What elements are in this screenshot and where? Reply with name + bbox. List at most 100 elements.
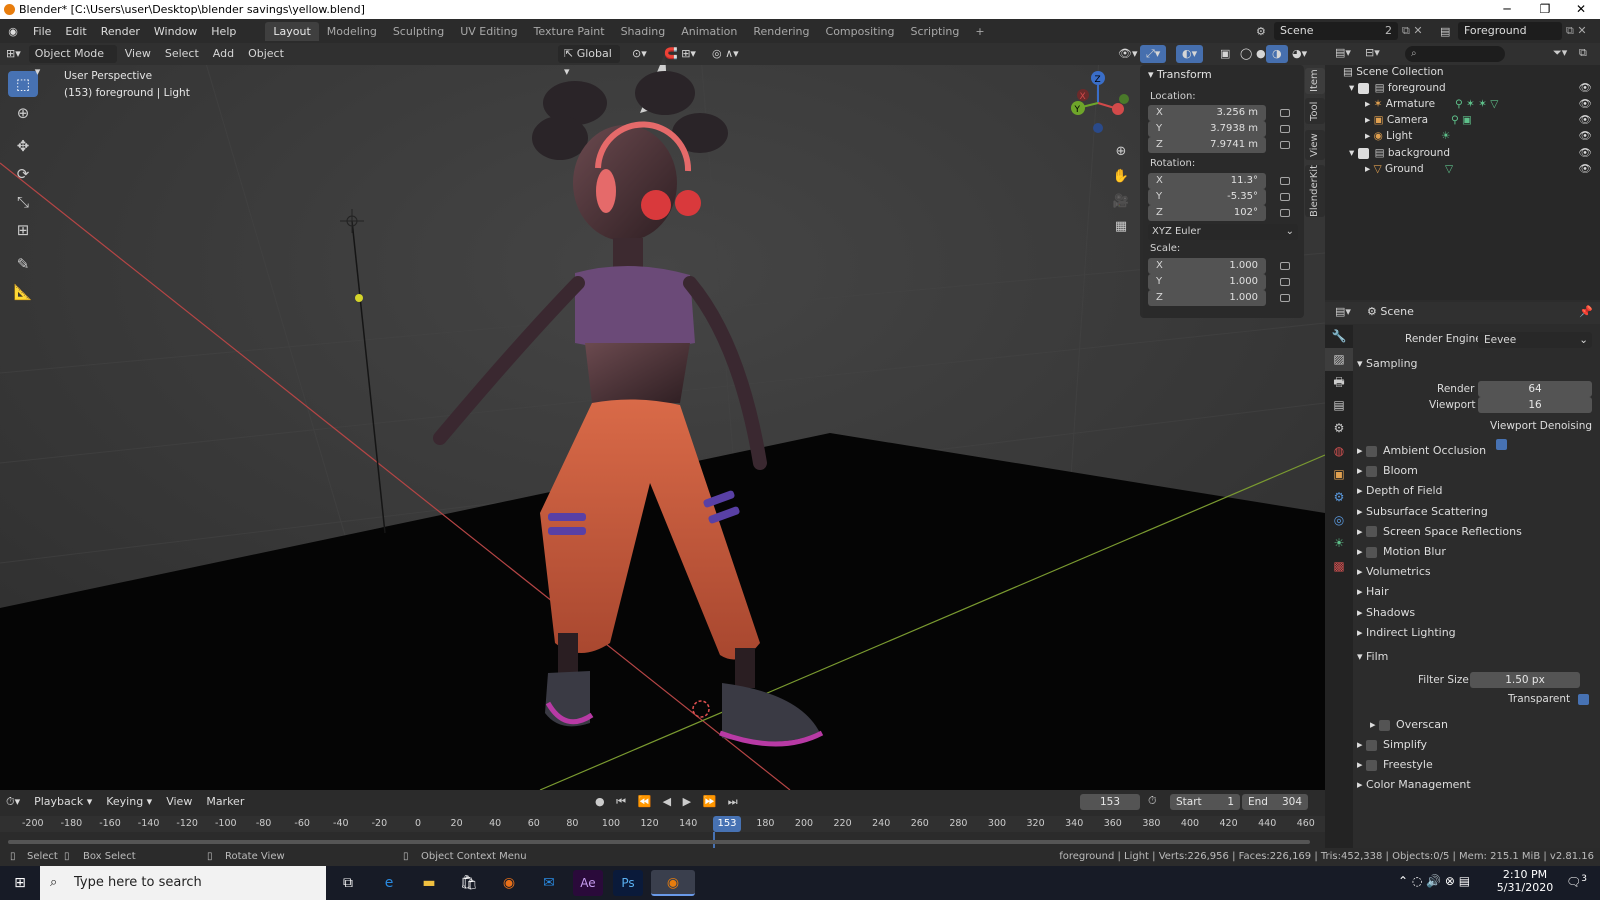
render-tab-icon[interactable]: ▨ [1325, 348, 1353, 371]
render-engine-dropdown[interactable]: Eevee ⌄ [1478, 332, 1592, 348]
outliner-row-foreground[interactable]: ▾ ▤ foreground 👁 [1325, 80, 1600, 97]
section-motion-blur[interactable]: ▸ Motion Blur [1357, 543, 1446, 561]
location-z-field[interactable]: Z 7.9741 m [1148, 137, 1266, 153]
tab-animation[interactable]: Animation [673, 22, 745, 41]
view-layer-selector[interactable]: Foreground [1458, 22, 1562, 40]
after-effects-icon[interactable]: Ae [573, 870, 603, 896]
mode-selector[interactable]: Object Mode ▾ [28, 45, 117, 78]
blender-taskbar-icon[interactable]: ◉ [651, 870, 695, 896]
view-layer-actions-icon[interactable]: ⧉ ✕ [1566, 24, 1587, 38]
tab-scripting[interactable]: Scripting [902, 22, 967, 41]
rotate-tool-icon[interactable]: ⟳ [8, 161, 38, 187]
snap-icon[interactable]: 🧲 ⊞▾ [658, 45, 702, 63]
viewport-samples-field[interactable]: 16 [1478, 397, 1592, 413]
sidetab-tool[interactable]: Tool [1305, 98, 1325, 124]
cursor-tool-icon[interactable]: ⊕ [8, 100, 38, 126]
visibility-eye-icon[interactable]: 👁 [1579, 145, 1592, 162]
menu-render[interactable]: Render [94, 25, 147, 38]
pan-hand-icon[interactable]: ✋ [1110, 164, 1132, 189]
transform-tool-icon[interactable]: ⊞ [8, 217, 38, 243]
tab-compositing[interactable]: Compositing [818, 22, 903, 41]
lock-icon[interactable] [1280, 125, 1290, 133]
minimize-icon[interactable]: ─ [1488, 0, 1526, 19]
menu-help[interactable]: Help [204, 25, 243, 38]
visibility-icon[interactable]: 👁▾ [1112, 45, 1144, 63]
physics-tab-icon[interactable]: ◎ [1325, 509, 1353, 532]
edge-icon[interactable]: e [371, 870, 407, 896]
section-bloom[interactable]: ▸ Bloom [1357, 462, 1418, 480]
lock-icon[interactable] [1280, 177, 1290, 185]
properties-editor-icon[interactable]: ▤▾ [1335, 305, 1351, 318]
timeline-editor-icon[interactable]: ⏱▾ [0, 793, 26, 811]
filter-icon[interactable]: ⏷▾ [1553, 46, 1567, 60]
playhead[interactable]: 153 [713, 816, 741, 832]
display-mode-icon[interactable]: ⊟▾ [1365, 46, 1380, 59]
timeline-menu-playback[interactable]: Playback ▾ [28, 793, 98, 811]
menu-file[interactable]: File [26, 25, 58, 38]
scene-selector[interactable]: Scene 2 [1274, 22, 1398, 40]
scene-collection-row[interactable]: ▤ Scene Collection [1325, 64, 1600, 81]
tab-texture-paint[interactable]: Texture Paint [526, 22, 613, 41]
rotation-x-field[interactable]: X 11.3° [1148, 173, 1266, 189]
location-y-field[interactable]: Y 3.7938 m [1148, 121, 1266, 137]
firefox-icon[interactable]: ◉ [491, 870, 527, 896]
overlay-toggle-icon[interactable]: ◐▾ [1176, 45, 1204, 63]
tab-uv-editing[interactable]: UV Editing [452, 22, 525, 41]
modifier-tab-icon[interactable]: ⚙ [1325, 486, 1353, 509]
visibility-eye-icon[interactable]: 👁 [1579, 161, 1592, 178]
outliner-row-light[interactable]: ▸ ◉ Light ☀ 👁 [1325, 128, 1600, 145]
taskbar-search-input[interactable]: ⌕ Type here to search [40, 866, 326, 900]
viewport-menu-select[interactable]: Select [159, 45, 205, 63]
rendered-shading-icon[interactable]: ◕▾ [1286, 45, 1313, 63]
outliner-row-ground[interactable]: ▸ ▽ Ground ▽ 👁 [1325, 161, 1600, 178]
section-screen-space-reflections[interactable]: ▸ Screen Space Reflections [1357, 523, 1522, 541]
tab-modeling[interactable]: Modeling [319, 22, 385, 41]
viewport-menu-view[interactable]: View [119, 45, 157, 63]
tab-sculpting[interactable]: Sculpting [385, 22, 452, 41]
store-icon[interactable]: 🛍 [451, 870, 487, 896]
world-tab-icon[interactable]: ◍ [1325, 440, 1353, 463]
section-volumetrics[interactable]: ▸ Volumetrics [1357, 563, 1431, 581]
new-scene-icon[interactable]: ⧉ ✕ [1402, 24, 1423, 38]
outliner-row-armature[interactable]: ▸ ✶ Armature ⚲ ✶ ✶ ▽ 👁 [1325, 96, 1600, 113]
select-box-tool-icon[interactable]: ⬚ [8, 71, 38, 97]
section-subsurface-scattering[interactable]: ▸ Subsurface Scattering [1357, 503, 1488, 521]
menu-edit[interactable]: Edit [58, 25, 93, 38]
transparent-checkbox[interactable]: Transparent [1508, 690, 1589, 708]
proportional-edit-icon[interactable]: ◎ ∧▾ [706, 45, 745, 63]
measure-tool-icon[interactable]: 📐 [8, 279, 38, 305]
section-depth-of-field[interactable]: ▸ Depth of Field [1357, 482, 1443, 500]
sidetab-blenderkit[interactable]: BlenderKit [1305, 165, 1325, 217]
tool-tab-icon[interactable]: 🔧 [1325, 325, 1353, 348]
rotation-y-field[interactable]: Y -5.35° [1148, 189, 1266, 205]
3d-viewport[interactable]: Z X Y ⬚ ⊕ ✥ ⟳ ⤡ ⊞ ✎ 📐 User Perspective (… [0, 43, 1325, 790]
photoshop-icon[interactable]: Ps [613, 870, 643, 896]
lock-icon[interactable] [1280, 209, 1290, 217]
mail-icon[interactable]: ✉ [531, 870, 567, 896]
zoom-icon[interactable]: ⊕ [1110, 139, 1132, 164]
section-hair[interactable]: ▸ Hair [1357, 583, 1389, 601]
outliner-row-camera[interactable]: ▸ ▣ Camera ⚲ ▣ 👁 [1325, 112, 1600, 129]
current-frame-field[interactable]: 153 [1080, 794, 1140, 810]
filter-size-field[interactable]: 1.50 px [1470, 672, 1580, 688]
outliner-editor-icon[interactable]: ▤▾ [1335, 46, 1351, 59]
timeline-scrollbar[interactable] [8, 840, 1310, 844]
blender-menu-icon[interactable]: ◉ [0, 25, 26, 38]
viewport-menu-add[interactable]: Add [207, 45, 240, 63]
annotate-tool-icon[interactable]: ✎ [8, 251, 38, 277]
viewport-menu-object[interactable]: Object [242, 45, 290, 63]
sidetab-item[interactable]: Item [1305, 68, 1325, 94]
view-layer-tab-icon[interactable]: ▤ [1325, 394, 1353, 417]
lock-icon[interactable] [1280, 141, 1290, 149]
notification-icon[interactable]: 🗨3 [1566, 874, 1587, 889]
transform-header[interactable]: ▾ Transform [1148, 68, 1212, 81]
visibility-eye-icon[interactable]: 👁 [1579, 80, 1592, 97]
section-simplify[interactable]: ▸ Simplify [1357, 736, 1427, 754]
sidetab-view[interactable]: View [1305, 130, 1325, 160]
view-layer-icon[interactable]: ▤ [1440, 25, 1450, 38]
editor-type-icon[interactable]: ⊞▾ [0, 45, 27, 63]
section-indirect-lighting[interactable]: ▸ Indirect Lighting [1357, 624, 1456, 642]
object-tab-icon[interactable]: ▣ [1325, 463, 1353, 486]
section-color-management[interactable]: ▸ Color Management [1357, 776, 1471, 794]
location-x-field[interactable]: X 3.256 m [1148, 105, 1266, 121]
